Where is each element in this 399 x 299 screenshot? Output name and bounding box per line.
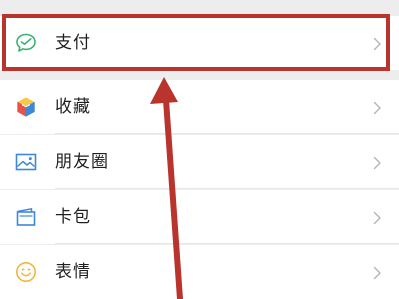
menu-item-label: 卡包: [55, 207, 91, 227]
chevron-right-icon: [373, 265, 382, 280]
chevron-right-icon: [373, 100, 382, 115]
smiley-icon: [14, 260, 38, 284]
menu-item-card-pack[interactable]: 卡包: [0, 190, 399, 244]
menu-item-label: 朋友圈: [55, 152, 109, 172]
chevron-right-icon: [373, 36, 382, 51]
image-icon: [14, 150, 38, 174]
divider: [55, 133, 399, 134]
menu-item-pay[interactable]: 支付: [0, 16, 399, 70]
card-pack-icon: [14, 205, 38, 229]
chevron-right-icon: [373, 155, 382, 170]
chevron-right-icon: [373, 210, 382, 225]
wallet-check-icon: [14, 31, 38, 55]
menu-item-stickers[interactable]: 表情: [0, 245, 399, 299]
menu-item-label: 表情: [55, 262, 91, 282]
menu-item-label: 收藏: [55, 97, 91, 117]
menu-item-favorites[interactable]: 收藏: [0, 80, 399, 134]
divider: [55, 188, 399, 189]
menu-item-label: 支付: [55, 33, 91, 53]
divider: [55, 243, 399, 244]
menu-item-moments[interactable]: 朋友圈: [0, 135, 399, 189]
cube-icon: [14, 95, 38, 119]
me-menu-list: 支付 收藏 朋友圈 卡包 表情: [0, 0, 399, 299]
